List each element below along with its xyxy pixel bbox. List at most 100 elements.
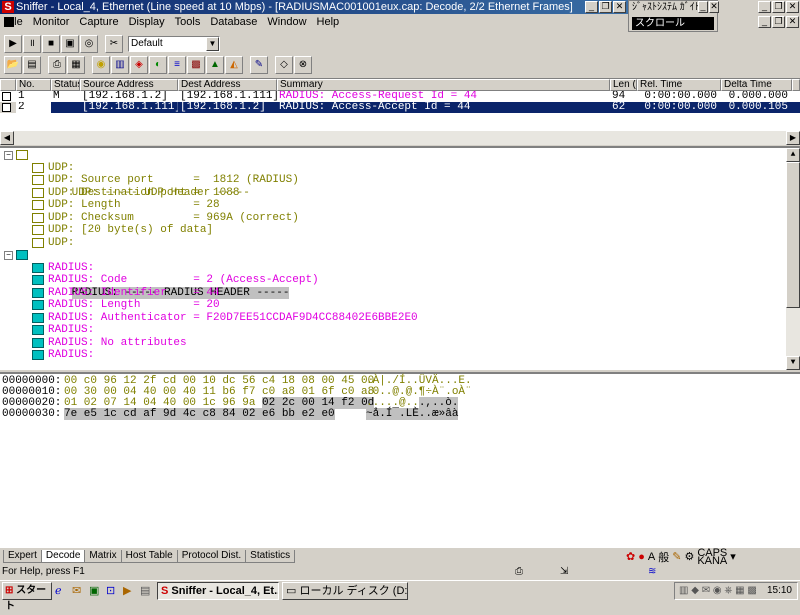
ime-kana-label[interactable]: 般 [658, 549, 669, 565]
binoculars-icon[interactable]: ◎ [80, 35, 98, 53]
radius-header-node[interactable]: − RADIUS: ----- RADIUS HEADER ----- [0, 249, 800, 299]
stop-capture-icon[interactable]: ■ [42, 35, 60, 53]
table-row-selected[interactable]: 2 [192.168.1.111] [192.168.1.2] RADIUS: … [0, 102, 800, 113]
ime-min-icon[interactable]: _ [698, 1, 708, 13]
decode-vscroll[interactable]: ▲ ▼ [786, 148, 800, 370]
ime-options-icon[interactable]: ▾ [730, 550, 736, 563]
col-summary[interactable]: Summary [277, 79, 610, 91]
application-response-icon[interactable]: ◐ [149, 56, 167, 74]
menu-database[interactable]: Database [205, 14, 262, 30]
address-book-icon[interactable]: ◇ [275, 56, 293, 74]
table-row[interactable]: 1 M [192.168.1.2] [192.168.1.111] RADIUS… [0, 91, 800, 102]
stop-display-icon[interactable]: ▣ [61, 35, 79, 53]
quicklaunch-icon[interactable]: ▤ [140, 584, 154, 598]
menu-display[interactable]: Display [124, 14, 170, 30]
print-icon[interactable]: ⎙ [48, 56, 66, 74]
print-preview-icon[interactable]: ▦ [67, 56, 85, 74]
ime-mode-label[interactable]: A [648, 551, 655, 563]
tab-protocol-dist[interactable]: Protocol Dist. [176, 550, 247, 563]
col-len[interactable]: Len (B) [610, 79, 637, 91]
filter-icon[interactable]: ✎ [250, 56, 268, 74]
radius-line[interactable]: RADIUS: Identifier = 44 [0, 287, 800, 300]
udp-line[interactable]: UDP: Destination port = 1088 [0, 187, 800, 200]
global-statistics-icon[interactable]: ▲ [206, 56, 224, 74]
tab-decode[interactable]: Decode [40, 550, 86, 563]
matrix-icon[interactable]: ◈ [130, 56, 148, 74]
tray-icons[interactable]: ▥ ◆ ✉ ◉ ⎈ ▦ ▩ [679, 583, 757, 599]
disabled-tool-icon[interactable]: ⊗ [294, 56, 312, 74]
menu-capture[interactable]: Capture [74, 14, 123, 30]
save-icon[interactable]: ▤ [23, 56, 41, 74]
input-mode-icon[interactable]: ● [638, 551, 645, 563]
row-checkbox[interactable] [2, 92, 11, 101]
restore-icon[interactable]: ❐ [599, 1, 612, 13]
menu-help[interactable]: Help [312, 14, 345, 30]
menu-window[interactable]: Window [262, 14, 311, 30]
ime-scroll-indicator[interactable]: スクロール [632, 17, 714, 30]
title-bar[interactable]: S Sniffer - Local_4, Ethernet (Line speed… [0, 0, 628, 14]
scroll-left-icon[interactable]: ◀ [0, 131, 14, 145]
radius-line[interactable]: RADIUS: [0, 262, 800, 275]
frame-close-icon[interactable]: ✕ [786, 1, 799, 13]
history-icon[interactable]: ≡ [168, 56, 186, 74]
tab-statistics[interactable]: Statistics [245, 550, 296, 563]
udp-line[interactable]: UDP: [20 byte(s) of data] [0, 224, 800, 237]
define-filter-icon[interactable]: ✂ [105, 35, 123, 53]
host-table-icon[interactable]: ▥ [111, 56, 129, 74]
ie-icon[interactable]: ℯ [55, 584, 69, 598]
explorer-icon[interactable]: ⊡ [106, 584, 120, 598]
col-rel-time[interactable]: Rel. Time [637, 79, 721, 91]
col-source[interactable]: Source Address [80, 79, 178, 91]
document-icon[interactable] [4, 17, 14, 27]
radius-line[interactable]: RADIUS: No attributes [0, 337, 800, 350]
taskbar-sniffer-button[interactable]: S Sniffer - Local_4, Et... [157, 581, 279, 600]
collapse-icon[interactable]: − [4, 151, 13, 160]
udp-line[interactable]: UDP: Length = 28 [0, 199, 800, 212]
scroll-down-icon[interactable]: ▼ [786, 356, 800, 370]
packet-list-hscroll[interactable]: ◀ ▶ [0, 131, 800, 145]
col-status[interactable]: Status [51, 79, 80, 91]
udp-line[interactable]: UDP: [0, 162, 800, 175]
ime-tool-icon[interactable]: ⚙ [684, 550, 694, 563]
radius-line[interactable]: RADIUS: [0, 324, 800, 337]
clock[interactable]: 15:10 [767, 585, 792, 596]
radius-line[interactable]: RADIUS: [0, 349, 800, 362]
menu-tools[interactable]: Tools [170, 14, 206, 30]
filter-profile-select[interactable]: Default ▼ [128, 36, 220, 52]
child-close-icon[interactable]: ✕ [786, 16, 799, 28]
outlook-icon[interactable]: ✉ [72, 584, 86, 598]
taskbar-disk-button[interactable]: ▭ ローカル ディスク (D:) [282, 581, 408, 600]
chevron-down-icon[interactable]: ▼ [206, 37, 219, 51]
frame-restore-icon[interactable]: ❐ [772, 1, 785, 13]
start-button[interactable]: ⊞ スタート [2, 581, 52, 612]
tab-host-table[interactable]: Host Table [120, 550, 178, 563]
open-icon[interactable]: 📂 [4, 56, 22, 74]
child-restore-icon[interactable]: ❐ [772, 16, 785, 28]
radius-line[interactable]: RADIUS: Length = 20 [0, 299, 800, 312]
ime-close-icon[interactable]: ✕ [709, 1, 719, 13]
child-minimize-icon[interactable]: _ [758, 16, 771, 28]
col-no[interactable]: No. [16, 79, 51, 91]
udp-header-node[interactable]: − UDP: ----- UDP Header ----- [0, 149, 800, 199]
dictionary-icon[interactable]: ✎ [672, 550, 681, 563]
scroll-thumb[interactable] [786, 162, 800, 308]
udp-line[interactable]: UDP: Source port = 1812 (RADIUS) [0, 174, 800, 187]
col-dest[interactable]: Dest Address [178, 79, 277, 91]
row-checkbox[interactable] [2, 103, 11, 112]
scroll-up-icon[interactable]: ▲ [786, 148, 800, 162]
desktop-icon[interactable]: ▣ [89, 584, 103, 598]
minimize-icon[interactable]: _ [585, 1, 598, 13]
udp-line[interactable]: UDP: [0, 237, 800, 250]
pause-capture-icon[interactable]: ॥ [23, 35, 41, 53]
alarm-log-icon[interactable]: ◭ [225, 56, 243, 74]
tab-matrix[interactable]: Matrix [84, 550, 122, 563]
menu-monitor[interactable]: Monitor [28, 14, 75, 30]
scroll-right-icon[interactable]: ▶ [786, 131, 800, 145]
sniffer-app-icon[interactable]: S [2, 1, 14, 13]
close-icon[interactable]: ✕ [613, 1, 626, 13]
hex-row[interactable]: 00000030: 7e e5 1c cd af 9d 4c c8 84 02 … [2, 408, 800, 420]
udp-line[interactable]: UDP: Checksum = 969A (correct) [0, 212, 800, 225]
start-capture-icon[interactable]: ▶ [4, 35, 22, 53]
ime-icon[interactable]: ✿ [626, 550, 635, 563]
protocol-distribution-icon[interactable]: ▩ [187, 56, 205, 74]
